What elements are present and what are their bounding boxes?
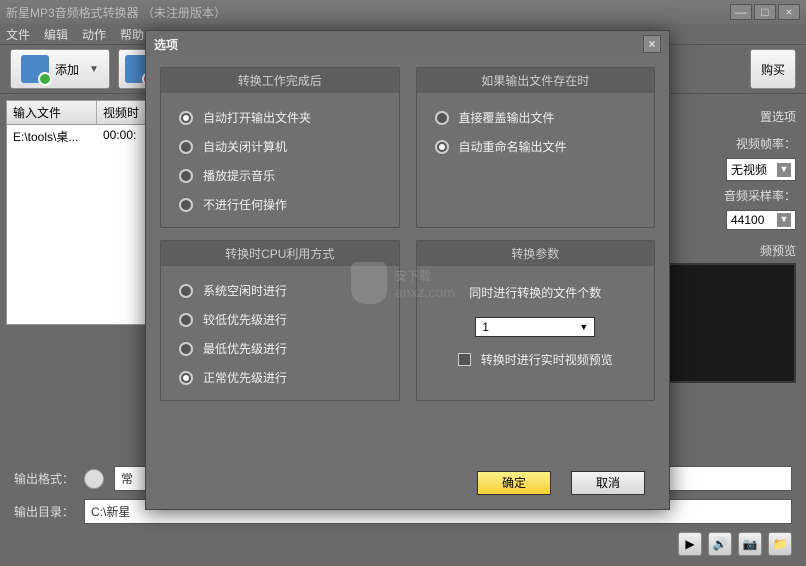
menu-file[interactable]: 文件 bbox=[6, 26, 30, 43]
radio-low-priority[interactable]: 较低优先级进行 bbox=[161, 305, 399, 334]
buy-label: 购买 bbox=[761, 61, 785, 78]
radio-idle[interactable]: 系统空闲时进行 bbox=[161, 276, 399, 305]
radio-icon bbox=[179, 342, 193, 356]
radio-icon bbox=[179, 198, 193, 212]
dialog-title: 选项 bbox=[154, 36, 178, 53]
snapshot-button[interactable]: 📷 bbox=[738, 532, 762, 556]
folder-button[interactable]: 📁 bbox=[768, 532, 792, 556]
cancel-button[interactable]: 取消 bbox=[571, 471, 645, 495]
audio-rate-label: 音频采样率： bbox=[724, 187, 796, 204]
chevron-down-icon: ▼ bbox=[89, 64, 99, 75]
radio-icon bbox=[179, 140, 193, 154]
radio-icon bbox=[179, 169, 193, 183]
close-window-button[interactable]: × bbox=[778, 4, 800, 20]
check-realtime-preview[interactable]: 转换时进行实时视频预览 bbox=[417, 345, 655, 374]
group-if-exists: 如果输出文件存在时 直接覆盖输出文件 自动重命名输出文件 bbox=[416, 67, 656, 228]
radio-icon bbox=[179, 111, 193, 125]
menu-action[interactable]: 动作 bbox=[82, 26, 106, 43]
sound-button[interactable]: 🔊 bbox=[708, 532, 732, 556]
group1-title: 转换工作完成后 bbox=[161, 68, 399, 93]
bottom-icon-row: ▶ 🔊 📷 📁 bbox=[14, 532, 792, 556]
checkbox-icon bbox=[458, 353, 471, 366]
file-list-panel: 输入文件 视频时 E:\tools\桌... 00:00: bbox=[6, 100, 166, 470]
group3-title: 转换时CPU利用方式 bbox=[161, 241, 399, 266]
group2-title: 如果输出文件存在时 bbox=[417, 68, 655, 93]
group-convert-params: 转换参数 同时进行转换的文件个数 1 ▼ 转换时进行实时视频预览 bbox=[416, 240, 656, 401]
audio-rate-select[interactable]: 44100 ▼ bbox=[726, 210, 796, 230]
output-dir-label: 输出目录： bbox=[14, 503, 74, 520]
titlebar: 新星MP3音频格式转换器 （未注册版本） — □ × bbox=[0, 0, 806, 24]
format-icon bbox=[84, 469, 104, 489]
table-header: 输入文件 视频时 bbox=[6, 100, 166, 125]
video-fps-select[interactable]: 无视频 ▼ bbox=[726, 158, 796, 181]
radio-icon bbox=[179, 284, 193, 298]
options-dialog: 选项 × 转换工作完成后 自动打开输出文件夹 自动关闭计算机 播放提示音乐 不进… bbox=[145, 30, 670, 510]
play-button[interactable]: ▶ bbox=[678, 532, 702, 556]
add-icon bbox=[21, 55, 49, 83]
window-title: 新星MP3音频格式转换器 （未注册版本） bbox=[6, 4, 728, 21]
radio-icon bbox=[435, 140, 449, 154]
dialog-close-button[interactable]: × bbox=[643, 35, 661, 53]
table-row[interactable]: E:\tools\桌... 00:00: bbox=[7, 125, 165, 148]
radio-overwrite[interactable]: 直接覆盖输出文件 bbox=[417, 103, 655, 132]
radio-lowest-priority[interactable]: 最低优先级进行 bbox=[161, 334, 399, 363]
buy-button[interactable]: 购买 bbox=[750, 49, 796, 89]
ok-button[interactable]: 确定 bbox=[477, 471, 551, 495]
menu-edit[interactable]: 编辑 bbox=[44, 26, 68, 43]
radio-normal-priority[interactable]: 正常优先级进行 bbox=[161, 363, 399, 392]
group-cpu-usage: 转换时CPU利用方式 系统空闲时进行 较低优先级进行 最低优先级进行 正常优先级… bbox=[160, 240, 400, 401]
radio-icon bbox=[179, 313, 193, 327]
group4-title: 转换参数 bbox=[417, 241, 655, 266]
table-body: E:\tools\桌... 00:00: bbox=[6, 125, 166, 325]
maximize-button[interactable]: □ bbox=[754, 4, 776, 20]
audio-rate-value: 44100 bbox=[731, 213, 764, 227]
minimize-button[interactable]: — bbox=[730, 4, 752, 20]
chevron-down-icon: ▼ bbox=[777, 213, 791, 227]
chevron-down-icon: ▼ bbox=[579, 322, 588, 332]
radio-open-folder[interactable]: 自动打开输出文件夹 bbox=[161, 103, 399, 132]
radio-icon bbox=[435, 111, 449, 125]
output-format-label: 输出格式： bbox=[14, 470, 74, 487]
chevron-down-icon: ▼ bbox=[777, 163, 791, 177]
add-label: 添加 bbox=[55, 61, 79, 78]
radio-play-sound[interactable]: 播放提示音乐 bbox=[161, 161, 399, 190]
group-after-convert: 转换工作完成后 自动打开输出文件夹 自动关闭计算机 播放提示音乐 不进行任何操作 bbox=[160, 67, 400, 228]
radio-shutdown[interactable]: 自动关闭计算机 bbox=[161, 132, 399, 161]
col-input-file[interactable]: 输入文件 bbox=[7, 101, 97, 124]
radio-icon bbox=[179, 371, 193, 385]
add-button[interactable]: 添加 ▼ bbox=[10, 49, 110, 89]
concurrent-select[interactable]: 1 ▼ bbox=[475, 317, 595, 337]
dialog-titlebar: 选项 × bbox=[146, 31, 669, 57]
video-fps-value: 无视频 bbox=[731, 161, 767, 178]
radio-rename[interactable]: 自动重命名输出文件 bbox=[417, 132, 655, 161]
radio-do-nothing[interactable]: 不进行任何操作 bbox=[161, 190, 399, 219]
concurrent-value: 1 bbox=[482, 320, 489, 334]
cell-input: E:\tools\桌... bbox=[7, 125, 97, 148]
concurrent-label: 同时进行转换的文件个数 bbox=[417, 276, 655, 309]
video-fps-label: 视频帧率： bbox=[736, 135, 796, 152]
menu-help[interactable]: 帮助 bbox=[120, 26, 144, 43]
dialog-footer: 确定 取消 bbox=[477, 471, 645, 495]
